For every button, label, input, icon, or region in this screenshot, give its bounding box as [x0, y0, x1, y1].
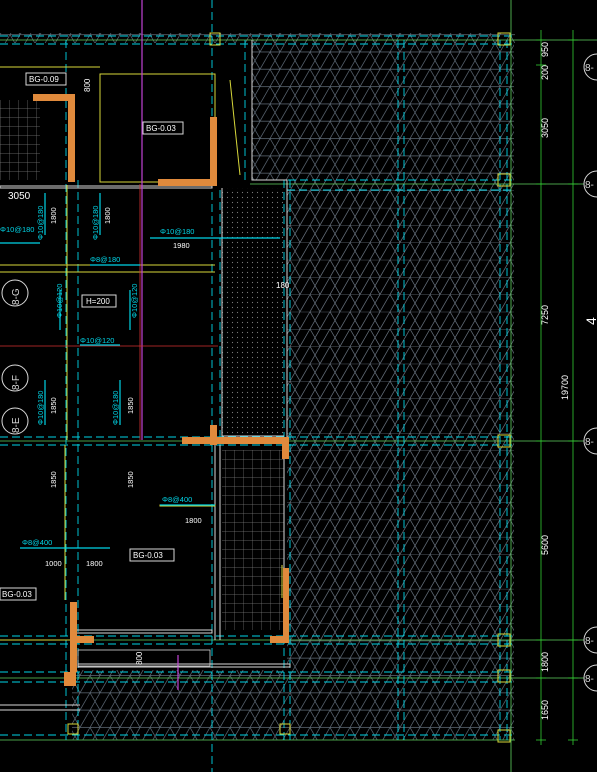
rebar-label: Φ10@180 [111, 391, 120, 425]
axis-bubbles-right [583, 53, 597, 692]
dim-5600: 5600 [540, 535, 550, 555]
label-bg-003-top: BG-0.03 [146, 124, 176, 133]
dim-800-top: 800 [83, 78, 92, 92]
axis-label-8f: 8-F [11, 375, 22, 390]
rebar-label: Φ10@120 [55, 284, 64, 318]
rebar-label: Φ10@120 [80, 336, 114, 345]
rebar-label: Φ10@180 [160, 227, 194, 236]
grid-room-mid [222, 450, 284, 630]
rebar-label: Φ10@120 [130, 284, 139, 318]
bar-length: 1850 [126, 471, 135, 488]
dim-3050-right: 3050 [540, 118, 550, 138]
axis-bubble-label: 8- [585, 437, 594, 448]
label-bg-003-mid: BG-0.03 [133, 551, 163, 560]
bar-length: 1980 [173, 241, 190, 250]
rebar-label: Φ10@180 [36, 391, 45, 425]
axis-bubble-label: 8- [585, 674, 594, 685]
axis-label-8e: 8-E [11, 417, 22, 433]
rebar-label: Φ8@400 [162, 495, 192, 504]
grid-room-topleft [0, 100, 40, 180]
bar-length: 1850 [126, 397, 135, 414]
dim-7250: 7250 [540, 305, 550, 325]
hatch-regions [0, 33, 515, 740]
dotted-corridor [222, 188, 284, 438]
axis-bubble-label: 8- [585, 180, 594, 191]
hatch-right-bottom [287, 640, 514, 670]
rebar-label: Φ10@180 [36, 206, 45, 240]
label-bg-003-left: BG-0.03 [2, 590, 32, 599]
dim-180: 180 [276, 281, 290, 290]
bar-length: 1850 [49, 471, 58, 488]
rebar-label: Φ10@180 [0, 225, 34, 234]
axis-label-8g: 8-G [11, 288, 22, 305]
hatch-right-upper [252, 40, 514, 180]
hatch-bottom-strip [72, 670, 514, 740]
label-bg-minus-009: BG-0.09 [29, 75, 59, 84]
dim-19700: 19700 [560, 375, 570, 400]
dim-200: 200 [540, 65, 550, 80]
bar-length: 1000 [45, 559, 62, 568]
label-h200: H=200 [86, 297, 110, 306]
dim-1800-right: 1800 [540, 652, 550, 672]
hatch-right-main [287, 180, 514, 640]
axis-bubble-label: 8- [585, 63, 594, 74]
rebar-label: Φ8@180 [90, 255, 120, 264]
bar-length: 1850 [49, 397, 58, 414]
bar-length: 1800 [86, 559, 103, 568]
right-partial-label: 4 [583, 317, 597, 325]
rebar-label: Φ10@180 [91, 206, 100, 240]
dim-800-bottom: 800 [135, 651, 144, 665]
dim-1650: 1650 [540, 700, 550, 720]
bar-length: 1800 [103, 207, 112, 224]
axis-bubble-label: 8- [585, 636, 594, 647]
cad-floor-plan: 950 200 3050 7250 5600 1800 1650 19700 4… [0, 0, 597, 772]
bar-length: 1800 [185, 516, 202, 525]
bar-length: 1800 [49, 207, 58, 224]
rebar-label: Φ8@400 [22, 538, 52, 547]
dim-3050-left: 3050 [8, 191, 31, 202]
dim-950: 950 [540, 42, 550, 57]
